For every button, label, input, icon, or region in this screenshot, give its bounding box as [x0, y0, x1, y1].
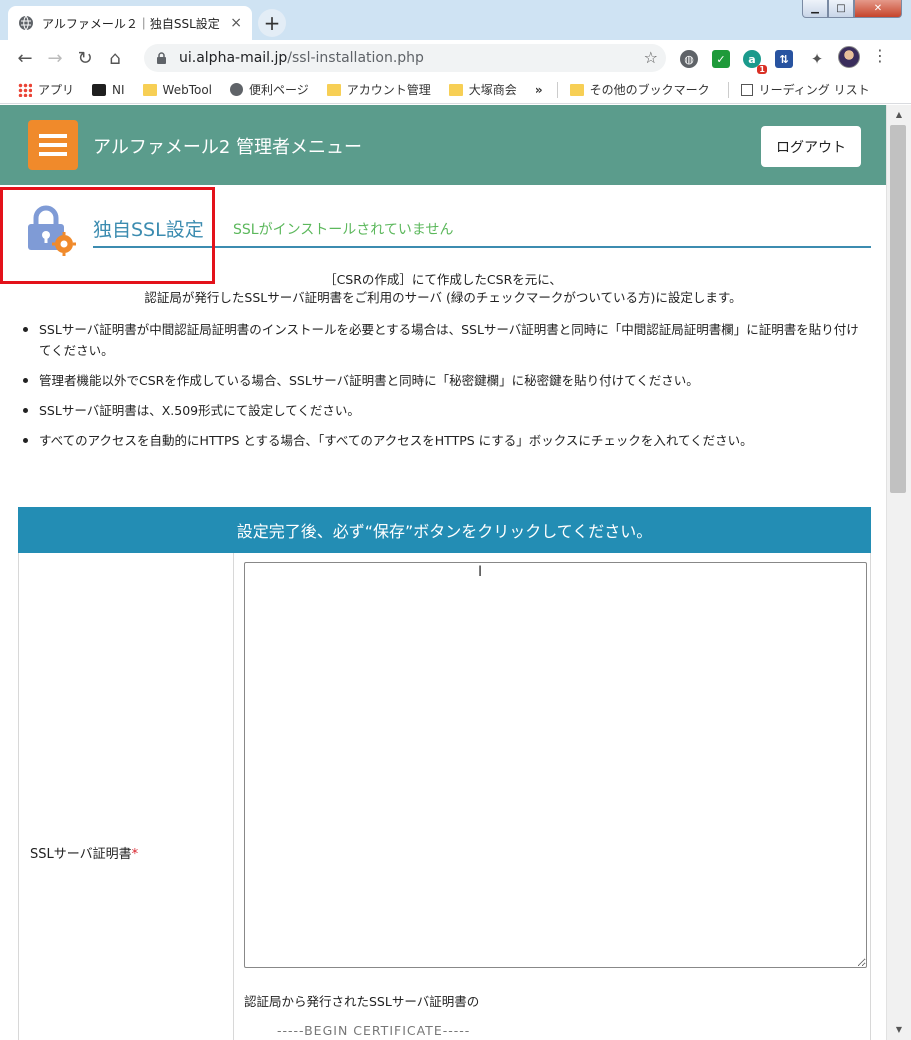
bookmark-label: リーディング リスト	[758, 83, 870, 97]
page-viewport: アルファメール2 管理者メニュー ログアウト 独自SSL設定 SSLがインストー…	[0, 105, 886, 1040]
notes-list: SSLサーバ証明書が中間認証局証明書のインストールを必要とする場合は、SSLサー…	[22, 319, 862, 460]
menu-list-icon[interactable]	[28, 120, 78, 170]
text-cursor-icon: I	[478, 564, 483, 580]
logout-button[interactable]: ログアウト	[761, 126, 861, 167]
tab-strip: アルファメール２｜独自SSL設定 × + ▁ □ ✕	[0, 0, 911, 40]
bookmark-useful-pages[interactable]: 便利ページ	[230, 81, 309, 98]
url-path: /ssl-installation.php	[287, 50, 424, 66]
globe-icon	[230, 83, 244, 96]
bookmarks-bar: アプリ NI WebTool 便利ページ アカウント管理 大塚商会 » その他の…	[0, 76, 911, 104]
extension-a-icon[interactable]: a1	[743, 50, 767, 74]
intro-text: ［CSRの作成］にて作成したCSRを元に、 認証局が発行したSSLサーバ証明書を…	[0, 271, 886, 307]
bookmark-apps[interactable]: アプリ	[18, 81, 74, 98]
cert-field-label: SSLサーバ証明書*	[30, 843, 138, 862]
cert-label-text: SSLサーバ証明書	[30, 847, 132, 862]
extension-badge: 1	[757, 65, 767, 74]
url-host: ui.alpha-mail.jp	[179, 50, 288, 66]
browser-toolbar: ← → ↻ ⌂ ui.alpha-mail.jp/ssl-installatio…	[0, 40, 911, 76]
bookmarks-separator	[556, 81, 558, 98]
bookmark-label: その他のブックマーク	[589, 83, 710, 97]
folder-icon	[142, 83, 157, 96]
apps-grid-icon	[18, 82, 32, 97]
lock-gear-icon	[28, 205, 76, 256]
scroll-up-arrow-icon[interactable]: ▲	[887, 107, 911, 123]
extension-translate-icon[interactable]: ⇅	[775, 50, 793, 68]
bookmark-other[interactable]: その他のブックマーク	[569, 81, 710, 98]
bookmark-webtool[interactable]: WebTool	[142, 82, 213, 97]
note-item: SSLサーバ証明書が中間認証局証明書のインストールを必要とする場合は、SSLサー…	[22, 319, 862, 361]
bookmark-label: アプリ	[38, 83, 75, 97]
ssl-certificate-textarea[interactable]	[244, 562, 867, 968]
intro-line-1: ［CSRの作成］にて作成したCSRを元に、	[324, 272, 562, 287]
cert-help-text: 認証局から発行されたSSLサーバ証明書の	[244, 994, 480, 1009]
intro-line-2: 認証局が発行したSSLサーバ証明書をご利用のサーバ (緑のチェックマークがついて…	[144, 290, 742, 305]
back-arrow-icon[interactable]: ←	[10, 48, 40, 69]
bookmarks-separator	[727, 81, 729, 98]
bookmark-account[interactable]: アカウント管理	[326, 81, 431, 98]
tab-close-icon[interactable]: ×	[230, 15, 242, 31]
form-column-divider	[233, 553, 234, 1040]
required-mark: *	[131, 847, 139, 862]
app-title: アルファメール2 管理者メニュー	[93, 137, 362, 158]
page-scrollbar[interactable]: ▲ ▼	[886, 105, 911, 1040]
bookmark-ni[interactable]: NI	[92, 83, 125, 97]
bookmark-label: WebTool	[162, 82, 213, 97]
bookmark-label: NI	[112, 82, 125, 97]
extension-check-icon[interactable]: ✓	[712, 50, 730, 68]
tab-title: アルファメール２｜独自SSL設定	[42, 16, 220, 31]
section-heading: 独自SSL設定 SSLがインストールされていません	[0, 185, 886, 256]
note-item: すべてのアクセスを自動的にHTTPS とする場合、「すべてのアクセスをHTTPS…	[22, 430, 862, 451]
bookmark-label: 便利ページ	[249, 83, 309, 97]
ni-logo-icon	[92, 83, 107, 96]
globe-icon	[19, 15, 33, 31]
maximize-window-button[interactable]: □	[828, 0, 854, 18]
scrollbar-thumb[interactable]	[890, 125, 906, 493]
app-header: アルファメール2 管理者メニュー ログアウト	[0, 105, 886, 185]
browser-menu-icon[interactable]: ⋮	[872, 46, 888, 65]
bookmark-label: 大塚商会	[468, 83, 517, 97]
reload-icon[interactable]: ↻	[70, 48, 100, 69]
home-icon[interactable]: ⌂	[100, 48, 130, 69]
profile-avatar[interactable]	[838, 46, 860, 68]
ssl-form: SSLサーバ証明書* I 認証局から発行されたSSLサーバ証明書の -----B…	[18, 553, 871, 1040]
forward-arrow-icon[interactable]: →	[40, 48, 70, 69]
bookmark-otsuka[interactable]: 大塚商会	[448, 81, 517, 98]
cert-help-text-2: -----BEGIN CERTIFICATE-----	[277, 1023, 471, 1038]
note-item: 管理者機能以外でCSRを作成している場合、SSLサーバ証明書と同時に「秘密鍵欄」…	[22, 370, 862, 391]
close-window-button[interactable]: ✕	[854, 0, 902, 18]
reading-list-icon	[740, 83, 753, 96]
scroll-down-arrow-icon[interactable]: ▼	[887, 1022, 911, 1038]
note-item: SSLサーバ証明書は、X.509形式にて設定してください。	[22, 400, 862, 421]
folder-icon	[326, 83, 341, 96]
extension-a-letter: a	[748, 52, 756, 66]
page-title: 独自SSL設定	[93, 219, 204, 241]
address-bar[interactable]: ui.alpha-mail.jp/ssl-installation.php ☆	[144, 44, 666, 72]
ssl-status-text: SSLがインストールされていません	[233, 222, 454, 238]
bookmark-label: アカウント管理	[346, 83, 431, 97]
form-banner: 設定完了後、必ず“保存”ボタンをクリックしてください。	[18, 507, 871, 553]
bookmark-reading-list[interactable]: リーディング リスト	[740, 81, 870, 98]
new-tab-button[interactable]: +	[258, 9, 286, 37]
folder-icon	[569, 83, 584, 96]
url-text: ui.alpha-mail.jp/ssl-installation.php	[179, 50, 424, 66]
extensions-puzzle-icon[interactable]: ✦	[808, 50, 826, 68]
bookmarks-overflow-chevron[interactable]: »	[535, 83, 543, 97]
lock-icon	[157, 51, 166, 64]
folder-icon	[448, 83, 463, 96]
browser-tab-active[interactable]: アルファメール２｜独自SSL設定 ×	[8, 6, 252, 40]
minimize-window-button[interactable]: ▁	[802, 0, 828, 18]
heading-underline	[93, 246, 871, 248]
bookmark-star-icon[interactable]: ☆	[644, 48, 658, 67]
extension-shield-icon[interactable]: ◍	[680, 50, 698, 68]
